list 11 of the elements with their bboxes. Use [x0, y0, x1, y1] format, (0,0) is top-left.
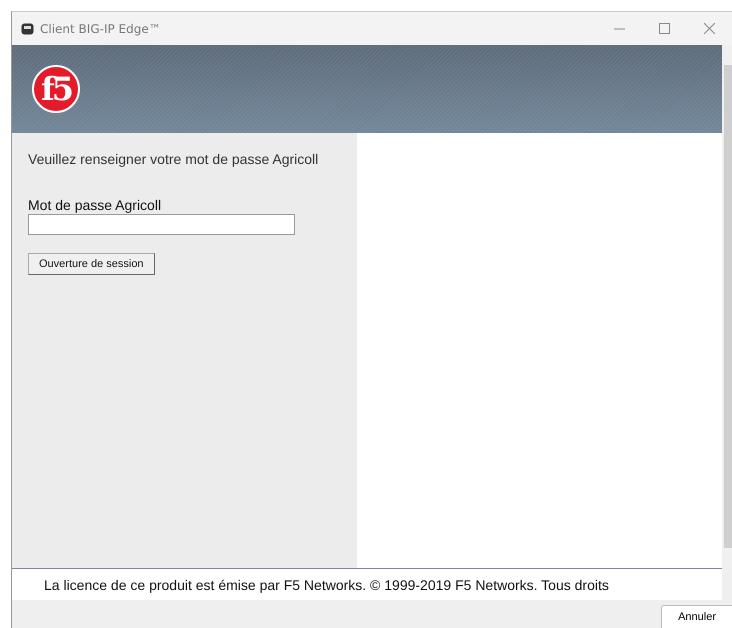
- maximize-icon[interactable]: [659, 23, 670, 34]
- window-title: Client BIG-IP Edge™: [40, 22, 161, 36]
- close-icon[interactable]: [704, 23, 715, 34]
- prompt-text: Veuillez renseigner votre mot de passe Agricoll: [28, 151, 320, 167]
- field-label: Mot de passe Agricoll: [28, 197, 162, 213]
- app-icon: [21, 22, 34, 34]
- login-button[interactable]: Ouverture de session: [28, 253, 155, 275]
- password-field[interactable]: [28, 214, 295, 235]
- logo: f5: [32, 65, 80, 113]
- cancel-button[interactable]: Annuler: [661, 605, 732, 628]
- license-text: La licence de ce produit est émise par F5 Networks. © 1999-2019 F5 Networks. Tous droits: [44, 576, 609, 592]
